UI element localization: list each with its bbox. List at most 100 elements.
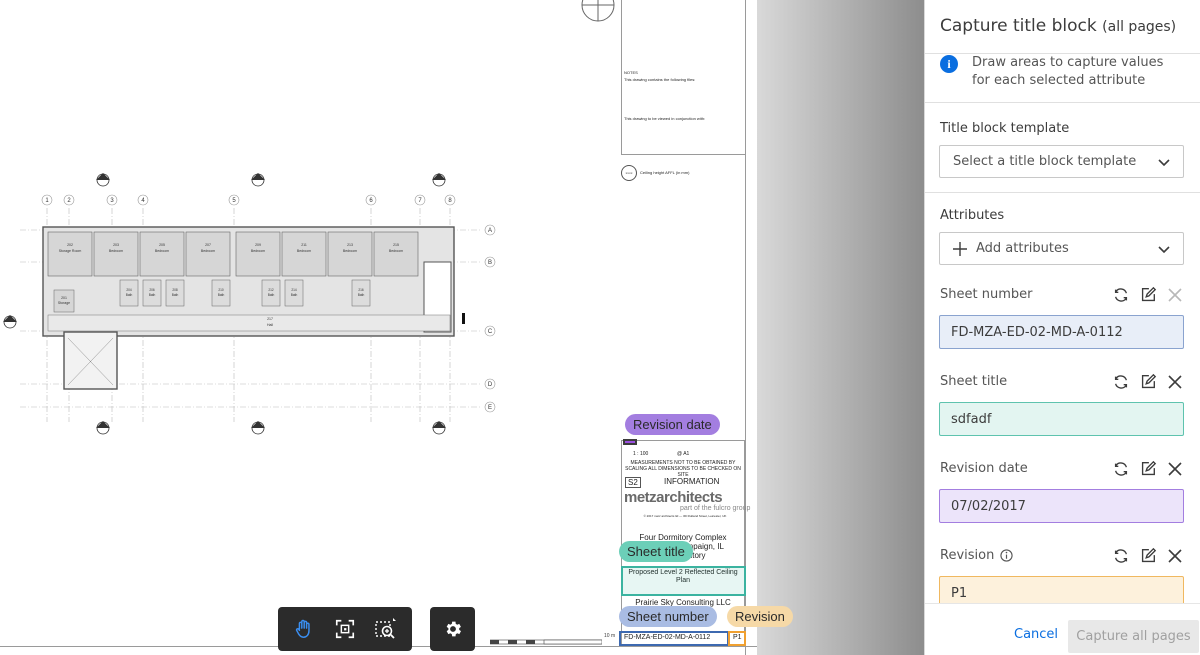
- floor-plan: 1 2 3 4 5 6 7 8ABCDE202Storage Room203Bedroom20…: [3, 173, 496, 435]
- bath-number: 204: [126, 288, 132, 292]
- sheet-number-tag[interactable]: Sheet number: [619, 606, 717, 627]
- bath-name: Bath: [358, 293, 365, 297]
- capture-region-revision-date[interactable]: [623, 439, 637, 445]
- attribute-actions: [1111, 459, 1184, 478]
- room-name: Bedroom: [389, 249, 403, 253]
- ceiling-height-symbol: xxxx: [621, 165, 637, 181]
- edit-icon[interactable]: [1138, 459, 1157, 478]
- attribute-label-text: Sheet number: [940, 287, 1033, 302]
- room: [47, 231, 93, 277]
- settings-button[interactable]: [430, 607, 475, 651]
- remove-icon[interactable]: [1165, 546, 1184, 565]
- capture-region-sheet-title[interactable]: [621, 566, 746, 596]
- divider: [925, 192, 1200, 193]
- room-number: 205: [159, 243, 165, 247]
- pan-icon[interactable]: [288, 613, 320, 645]
- room-number: 211: [301, 243, 307, 247]
- bath-number: 212: [268, 288, 274, 292]
- north-arrow-icon: [581, 0, 615, 22]
- room-name: Bedroom: [201, 249, 215, 253]
- bath-name: Bath: [291, 293, 298, 297]
- info-icon: i: [940, 55, 958, 73]
- zoom-region-icon[interactable]: [370, 613, 402, 645]
- info-outline-icon[interactable]: [1000, 549, 1013, 562]
- cancel-button[interactable]: Cancel: [1014, 627, 1058, 642]
- room-number: 213: [347, 243, 353, 247]
- room: [93, 231, 139, 277]
- hall-name: Hall: [267, 323, 273, 327]
- attribute-label-text: Revision: [940, 548, 995, 563]
- canvas-background: [757, 0, 924, 655]
- panel-scroll-area[interactable]: Capture title block (all pages) i Draw a…: [925, 0, 1200, 603]
- attribute-label: Sheet number: [940, 287, 1032, 302]
- storage-name: Storage: [58, 301, 70, 305]
- attribute-label: Revision: [940, 548, 1013, 563]
- attribute-label: Sheet title: [940, 374, 1007, 389]
- room-number: 202: [67, 243, 73, 247]
- marker: [462, 313, 465, 324]
- architect-logo-subtitle: part of the fulcro group: [680, 505, 751, 512]
- grid-letter: E: [488, 405, 492, 411]
- plus-icon: [953, 241, 967, 256]
- ceiling-note: Ceiling height AFFL (in mm): [640, 170, 690, 175]
- scrollbar[interactable]: [1196, 60, 1199, 603]
- scale-bar-label: 10 m: [604, 633, 616, 639]
- attribute-value-field[interactable]: sdfadf: [939, 402, 1184, 436]
- bath-name: Bath: [126, 293, 133, 297]
- edit-icon[interactable]: [1138, 285, 1157, 304]
- room-number: 209: [255, 243, 261, 247]
- sheet-title-tag[interactable]: Sheet title: [619, 541, 693, 562]
- drawing-canvas[interactable]: 1 2 3 4 5 6 7 8 A B C D E 202 Storage Room 203 Bedroom 20…: [0, 0, 924, 655]
- edit-icon[interactable]: [1138, 372, 1157, 391]
- edit-icon[interactable]: [1138, 546, 1157, 565]
- room-name: Storage Room: [59, 249, 82, 253]
- room-number: 207: [205, 243, 211, 247]
- room-number: 203: [113, 243, 119, 247]
- panel-footer: Cancel Capture all pages: [925, 603, 1200, 655]
- revision-tag[interactable]: Revision: [727, 606, 793, 627]
- capture-region-revision[interactable]: [728, 631, 746, 646]
- remove-icon: [1165, 285, 1184, 304]
- recapture-icon[interactable]: [1111, 546, 1130, 565]
- panel-title-suffix: (all pages): [1102, 19, 1177, 35]
- title-block-scale: 1 : 100: [633, 451, 649, 457]
- title-block-status-code: S2: [625, 477, 641, 488]
- attribute-actions: [1111, 285, 1184, 304]
- attribute-value-field[interactable]: FD-MZA-ED-02-MD-A-0112: [939, 315, 1184, 349]
- attribute-value-field[interactable]: P1: [939, 576, 1184, 603]
- revision-date-tag[interactable]: Revision date: [625, 414, 720, 435]
- gear-icon: [446, 621, 461, 637]
- bath-name: Bath: [172, 293, 179, 297]
- capture-panel: Capture title block (all pages) i Draw a…: [924, 0, 1200, 655]
- fit-view-icon[interactable]: [329, 613, 361, 645]
- bath-name: Bath: [268, 293, 275, 297]
- attribute-label: Revision date: [940, 461, 1028, 476]
- bath-name: Bath: [218, 293, 225, 297]
- divider: [925, 102, 1200, 103]
- template-select[interactable]: Select a title block template: [939, 145, 1184, 178]
- bath-number: 208: [172, 288, 178, 292]
- bath-name: Bath: [149, 293, 156, 297]
- attribute-actions: [1111, 372, 1184, 391]
- room: [281, 231, 327, 277]
- add-attributes-select[interactable]: Add attributes: [939, 232, 1184, 265]
- room-name: Bedroom: [155, 249, 169, 253]
- bath-number: 214: [291, 288, 297, 292]
- template-select-placeholder: Select a title block template: [953, 154, 1137, 169]
- title-block-measurements-note: MEASUREMENTS NOT TO BE OBTAINED BY SCALI…: [625, 460, 741, 478]
- sheet-border: [745, 0, 746, 655]
- recapture-icon[interactable]: [1111, 372, 1130, 391]
- bath-number: 216: [358, 288, 364, 292]
- architect-logo: metzarchitects: [624, 489, 723, 506]
- capture-all-pages-button[interactable]: Capture all pages: [1068, 620, 1199, 653]
- scale-bar: [490, 639, 602, 645]
- remove-icon[interactable]: [1165, 372, 1184, 391]
- building-wing: [63, 331, 118, 390]
- remove-icon[interactable]: [1165, 459, 1184, 478]
- room-name: Bedroom: [251, 249, 265, 253]
- capture-region-sheet-number[interactable]: [619, 631, 729, 646]
- recapture-icon[interactable]: [1111, 285, 1130, 304]
- attribute-value-field[interactable]: 07/02/2017: [939, 489, 1184, 523]
- recapture-icon[interactable]: [1111, 459, 1130, 478]
- chevron-down-icon: [1158, 159, 1170, 167]
